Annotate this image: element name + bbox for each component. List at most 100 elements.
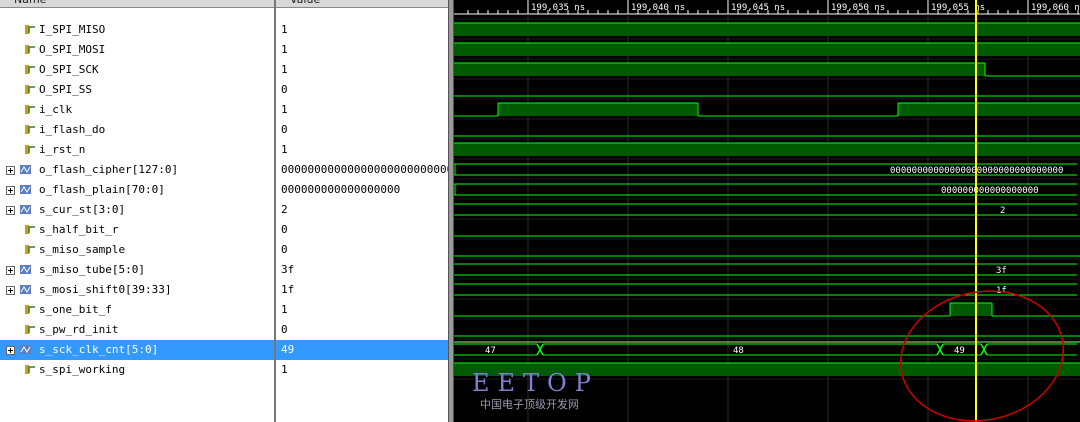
expand-icon[interactable] <box>6 206 15 215</box>
expand-icon[interactable] <box>6 166 15 175</box>
value-column-header[interactable]: Value <box>276 0 448 8</box>
signal-value: 2 <box>281 203 288 216</box>
signal-value-row[interactable]: 1f <box>276 280 448 300</box>
signal-row[interactable]: s_half_bit_r <box>0 220 274 240</box>
signal-name-pane: Name I_SPI_MISO O_SPI_MOSI O_SPI_SCK O_SPI_… <box>0 0 274 422</box>
signal-row[interactable]: o_flash_plain[70:0] <box>0 180 274 200</box>
signal-value-row[interactable]: 0 <box>276 220 448 240</box>
signal-row[interactable]: i_flash_do <box>0 120 274 140</box>
bit-signal-icon <box>25 45 35 54</box>
bus-signal-icon <box>20 345 31 354</box>
signal-name: s_half_bit_r <box>39 223 119 236</box>
bit-signal-icon <box>25 325 35 334</box>
signal-value-row[interactable]: 1 <box>276 140 448 160</box>
wave-label-miso-tube: 3f <box>996 266 1007 276</box>
ruler-tick-label: 199,035 ns <box>531 3 585 13</box>
signal-value: 1 <box>281 43 288 56</box>
signal-name: s_pw_rd_init <box>39 323 119 336</box>
bit-signal-icon <box>25 305 35 314</box>
watermark-subtitle: 中国电子顶级开发网 <box>480 398 579 411</box>
signal-row[interactable]: s_sck_clk_cnt[5:0] <box>0 340 274 360</box>
signal-name: s_one_bit_f <box>39 303 112 316</box>
signal-value: 3f <box>281 263 295 276</box>
signal-row[interactable]: O_SPI_SCK <box>0 60 274 80</box>
signal-value-row[interactable]: 00000000000000000000000000000000 <box>276 160 448 180</box>
signal-value-row[interactable]: 2 <box>276 200 448 220</box>
ruler-tick-label: 199,050 ns <box>831 3 885 13</box>
signal-value-row[interactable]: 1 <box>276 300 448 320</box>
signal-row[interactable]: i_rst_n <box>0 140 274 160</box>
signal-row[interactable]: s_one_bit_f <box>0 300 274 320</box>
signal-name: s_miso_sample <box>39 243 126 256</box>
signal-name: s_miso_tube[5:0] <box>39 263 145 276</box>
ruler-tick-label: 199,060 ns <box>1031 3 1080 13</box>
bit-signal-icon <box>25 365 35 374</box>
signal-row[interactable]: s_cur_st[3:0] <box>0 200 274 220</box>
bit-signal-icon <box>25 245 35 254</box>
signal-value: 1 <box>281 63 288 76</box>
signal-name: O_SPI_SCK <box>39 63 99 76</box>
bus-signal-icon <box>20 205 31 214</box>
signal-row[interactable]: O_SPI_MOSI <box>0 40 274 60</box>
signal-value: 0 <box>281 123 288 136</box>
bit-signal-icon <box>25 65 35 74</box>
signal-value: 49 <box>281 343 295 356</box>
signal-row[interactable]: s_miso_sample <box>0 240 274 260</box>
signal-name: o_flash_plain[70:0] <box>39 183 165 196</box>
name-column-header[interactable]: Name <box>0 0 274 8</box>
bus-signal-icon <box>20 165 31 174</box>
ruler-tick-label: 199,045 ns <box>731 3 785 13</box>
bus-signal-icon <box>20 185 31 194</box>
signal-value: 1 <box>281 363 288 376</box>
expand-icon[interactable] <box>6 286 15 295</box>
signal-value: 1f <box>281 283 295 296</box>
expand-icon[interactable] <box>6 346 15 355</box>
signal-row[interactable]: s_mosi_shift0[39:33] <box>0 280 274 300</box>
signal-name: O_SPI_MOSI <box>39 43 106 56</box>
signal-row[interactable]: s_pw_rd_init <box>0 320 274 340</box>
signal-row[interactable]: s_spi_working <box>0 360 274 380</box>
signal-row[interactable]: i_clk <box>0 100 274 120</box>
signal-value-row[interactable]: 1 <box>276 60 448 80</box>
signal-value-row[interactable]: 1 <box>276 360 448 380</box>
signal-value-row[interactable]: 0 <box>276 120 448 140</box>
eetop-watermark: EETOP 中国电子顶级开发网 <box>472 370 599 412</box>
signal-value: 0 <box>281 243 288 256</box>
watermark-logo: EETOP <box>472 369 599 397</box>
signal-value-row[interactable]: 1 <box>276 40 448 60</box>
signal-row[interactable]: O_SPI_SS <box>0 80 274 100</box>
wave-label-cnt-49: 49 <box>954 346 965 356</box>
wave-label-plain: 000000000000000000 <box>941 186 1039 196</box>
signal-value-row[interactable]: 1 <box>276 100 448 120</box>
signal-name: O_SPI_SS <box>39 83 92 96</box>
bit-signal-icon <box>25 105 35 114</box>
bit-signal-icon <box>25 25 35 34</box>
signal-value: 0 <box>281 223 288 236</box>
signal-value-row[interactable]: 000000000000000000 <box>276 180 448 200</box>
signal-row[interactable]: I_SPI_MISO <box>0 20 274 40</box>
signal-value-row[interactable]: 0 <box>276 240 448 260</box>
wave-label-cnt-47: 47 <box>485 346 496 356</box>
bus-signal-icon <box>20 265 31 274</box>
signal-value: 1 <box>281 23 288 36</box>
waveform-pane[interactable]: 199,035 ns 199,040 ns 199,045 ns 199,050 ns… <box>454 0 1080 422</box>
wave-i-rst-n[interactable] <box>454 142 1080 156</box>
signal-value: 1 <box>281 303 288 316</box>
bit-signal-icon <box>25 125 35 134</box>
signal-row[interactable]: o_flash_cipher[127:0] <box>0 160 274 180</box>
signal-name: s_mosi_shift0[39:33] <box>39 283 172 296</box>
signal-value-row[interactable]: 0 <box>276 320 448 340</box>
signal-name: i_clk <box>39 103 73 116</box>
signal-value: 1 <box>281 103 288 116</box>
signal-value-row[interactable]: 49 <box>276 340 448 360</box>
signal-value: 00000000000000000000000000000000 <box>281 163 448 176</box>
expand-icon[interactable] <box>6 186 15 195</box>
signal-value-row[interactable]: 1 <box>276 20 448 40</box>
signal-row[interactable]: s_miso_tube[5:0] <box>0 260 274 280</box>
wave-i-spi-miso[interactable] <box>454 22 1080 36</box>
signal-value-row[interactable]: 3f <box>276 260 448 280</box>
expand-icon[interactable] <box>6 266 15 275</box>
signal-value-row[interactable]: 0 <box>276 80 448 100</box>
signal-name: o_flash_cipher[127:0] <box>39 163 179 176</box>
wave-o-spi-mosi[interactable] <box>454 42 1080 56</box>
